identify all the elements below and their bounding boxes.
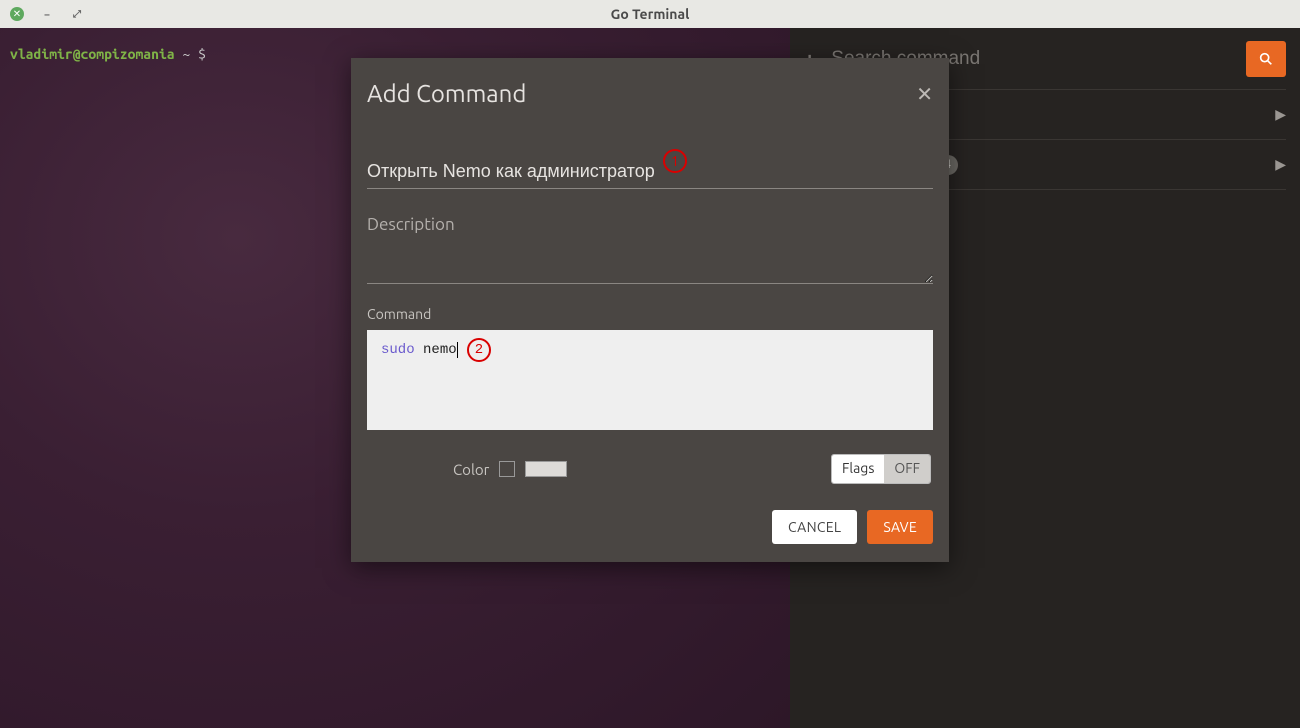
minimize-window-icon[interactable]: – [40,7,54,21]
prompt-path: ~ [182,46,198,62]
color-swatch[interactable] [525,461,567,477]
command-input[interactable]: sudo nemo 2 [367,330,933,430]
close-icon[interactable]: ✕ [916,82,933,106]
annotation-1: 1 [663,149,687,173]
add-command-dialog: Add Command ✕ 1 Description Command sudo… [351,58,949,562]
name-field-row: 1 [367,155,933,189]
window-title: Go Terminal [611,6,690,22]
cancel-button[interactable]: CANCEL [772,510,857,544]
color-group: Color [453,461,567,478]
search-button[interactable] [1246,41,1286,77]
window-controls: ✕ – ⤢ [0,7,84,21]
description-input[interactable] [367,236,933,284]
options-row: Color Flags OFF [367,454,933,484]
search-icon [1258,51,1274,67]
color-label: Color [453,461,489,478]
annotation-2: 2 [467,338,491,362]
command-label: Command [367,306,933,322]
window-titlebar: ✕ – ⤢ Go Terminal [0,0,1300,28]
description-label: Description [367,215,933,234]
maximize-window-icon[interactable]: ⤢ [70,7,84,21]
command-text: nemo [415,342,458,358]
prompt-user: vladimir@compizomania [10,46,175,62]
dialog-buttons: CANCEL SAVE [367,510,933,544]
command-name-input[interactable] [367,155,933,189]
flags-toggle[interactable]: Flags OFF [831,454,931,484]
save-button[interactable]: SAVE [867,510,933,544]
flags-state: OFF [884,455,930,483]
play-icon[interactable]: ▶ [1275,106,1286,123]
prompt-symbol: $ [198,46,206,62]
play-icon[interactable]: ▶ [1275,156,1286,173]
close-window-icon[interactable]: ✕ [10,7,24,21]
dialog-title: Add Command [367,80,526,107]
flags-label: Flags [832,455,884,483]
command-keyword: sudo [381,342,415,358]
color-checkbox[interactable] [499,461,515,477]
